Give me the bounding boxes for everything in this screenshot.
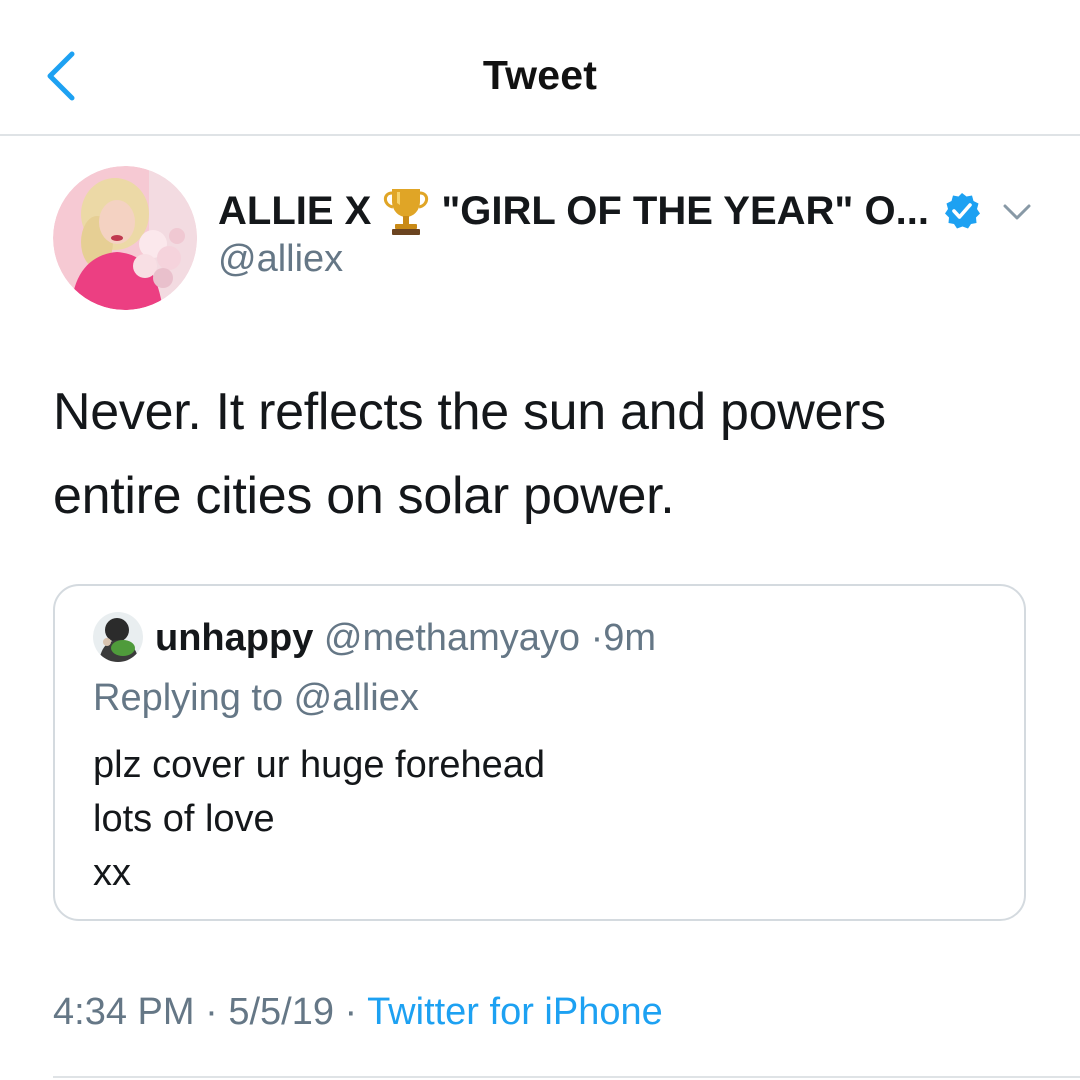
avatar[interactable] [53,166,197,310]
profile-photo [53,166,197,310]
quoted-text-line: lots of love [93,798,275,840]
separator-dot: · [590,617,604,659]
separator-dot: · [344,991,358,1033]
nav-bar: Tweet [0,0,1080,136]
quoted-avatar [93,612,143,662]
tweet-text: Never. It reflects the sun and powers en… [53,370,1033,538]
quoted-text-line: plz cover ur huge forehead [93,744,546,786]
tweet-text-line: Never. It reflects the sun and powers [53,383,886,441]
tweet-date: 5/5/19 [228,991,334,1033]
tweet-detail-screen: Tweet ALLIE X "GIRL OF THE YEAR" O... @a… [0,0,1080,1080]
quoted-timestamp: 9m [603,617,657,659]
quoted-tweet-card[interactable]: unhappy @methamyayo ·9m Replying to @all… [53,584,1026,921]
tweet-meta: 4:34 PM · 5/5/19 · Twitter for iPhone [53,988,663,1036]
divider [53,1076,1080,1078]
quoted-tweet-text: plz cover ur huge forehead lots of love … [93,738,545,900]
author-name[interactable]: ALLIE X "GIRL OF THE YEAR" O... [218,183,981,239]
quoted-text-line: xx [93,852,131,894]
quoted-author-name: unhappy [155,617,314,659]
tweet-text-line: entire cities on solar power. [53,467,675,525]
tweet-time: 4:34 PM [53,991,195,1033]
quoted-author-handle: @methamyayo [323,617,581,659]
verified-badge-icon [944,193,980,229]
tweet-source-link[interactable]: Twitter for iPhone [367,991,663,1033]
replying-to-label: Replying to @alliex [93,677,419,719]
author-name-prefix: ALLIE X [218,188,372,233]
page-title: Tweet [482,52,598,98]
more-options-chevron-down-icon[interactable] [1000,196,1034,226]
quoted-header: unhappy @methamyayo ·9m [155,614,656,662]
author-name-suffix: "GIRL OF THE YEAR" O... [441,188,929,233]
author-handle[interactable]: @alliex [218,238,343,281]
separator-dot: · [205,991,218,1033]
trophy-icon [384,189,429,235]
